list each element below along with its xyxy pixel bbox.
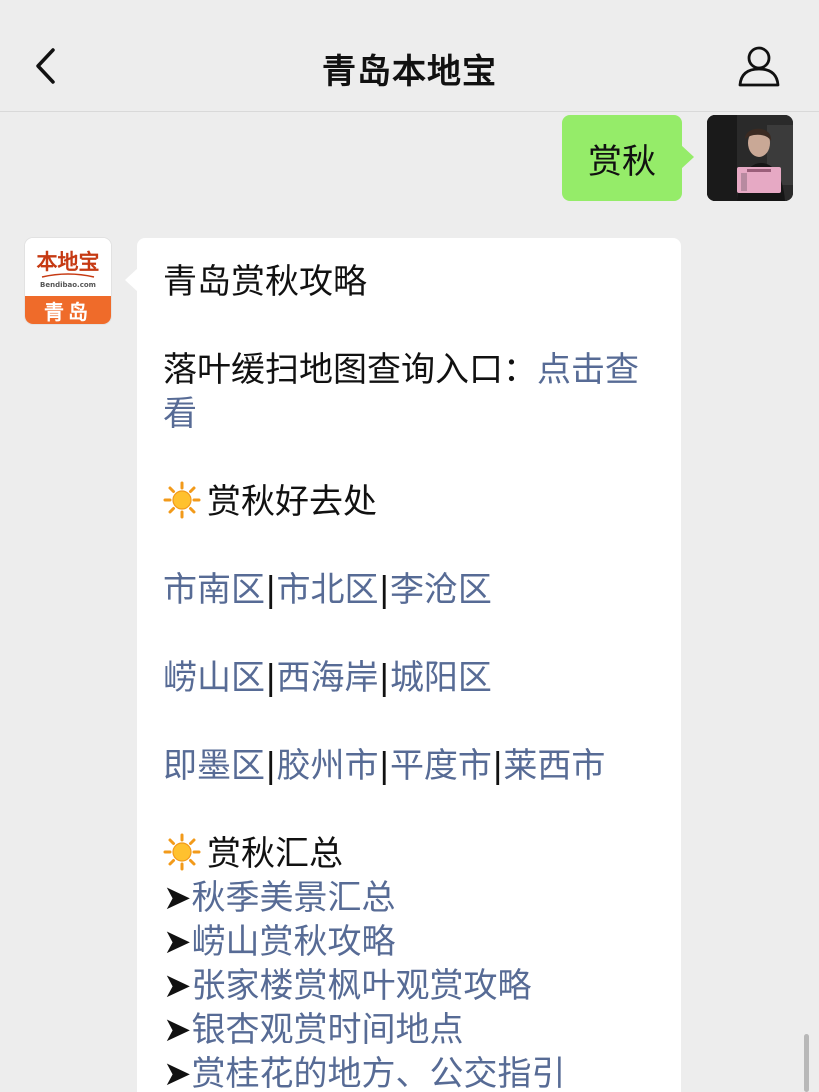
sun-icon	[163, 833, 201, 871]
district-link[interactable]: 西海岸	[276, 658, 378, 698]
message-title: 青岛赏秋攻略	[163, 262, 367, 302]
section-heading-summary: 赏秋汇总	[163, 832, 655, 876]
district-link[interactable]: 即墨区	[163, 746, 265, 786]
district-link[interactable]: 市南区	[163, 570, 265, 610]
scrollbar[interactable]	[804, 1034, 809, 1092]
incoming-message-bubble: 青岛赏秋攻略 落叶缓扫地图查询入口：点击查看 赏秋好去处 市南区|市北区|李沧区…	[125, 238, 681, 1092]
page-title: 青岛本地宝	[322, 52, 497, 92]
separator: |	[378, 570, 390, 610]
logo-city: 青岛	[25, 296, 111, 324]
section-heading-spots-text: 赏秋好去处	[207, 482, 377, 522]
separator: |	[265, 570, 277, 610]
section-heading-spots: 赏秋好去处	[163, 480, 655, 524]
brand-logo: 本地宝 Bendibao.com	[25, 238, 111, 296]
district-link[interactable]: 莱西市	[503, 746, 605, 786]
summary-link[interactable]: 银杏观赏时间地点	[192, 1010, 464, 1050]
summary-item: ➤秋季美景汇总	[163, 876, 655, 920]
district-link[interactable]: 平度市	[390, 746, 492, 786]
separator: |	[265, 746, 277, 786]
district-link[interactable]: 胶州市	[276, 746, 378, 786]
arrow-icon: ➤	[163, 922, 192, 962]
district-row: 即墨区|胶州市|平度市|莱西市	[163, 744, 655, 788]
arrow-icon: ➤	[163, 1010, 192, 1050]
arrow-icon: ➤	[163, 1054, 192, 1092]
user-photo	[707, 115, 793, 201]
section-heading-summary-text: 赏秋汇总	[207, 834, 343, 874]
outgoing-message-text: 赏秋	[588, 141, 656, 182]
district-link[interactable]: 崂山区	[163, 658, 265, 698]
district-link[interactable]: 市北区	[276, 570, 378, 610]
summary-item: ➤赏桂花的地方、公交指引	[163, 1052, 655, 1092]
arrow-icon: ➤	[163, 878, 192, 918]
separator: |	[378, 658, 390, 698]
summary-link[interactable]: 秋季美景汇总	[192, 878, 396, 918]
logo-swoosh-icon	[41, 273, 95, 278]
summary-item: ➤银杏观赏时间地点	[163, 1008, 655, 1052]
profile-button[interactable]	[735, 44, 783, 88]
summary-item: ➤崂山赏秋攻略	[163, 920, 655, 964]
person-icon	[738, 46, 780, 87]
summary-link[interactable]: 张家楼赏枫叶观赏攻略	[192, 966, 532, 1006]
summary-item: ➤张家楼赏枫叶观赏攻略	[163, 964, 655, 1008]
separator: |	[378, 746, 390, 786]
outgoing-message-row: 赏秋	[0, 115, 819, 205]
logo-subtext: Bendibao.com	[40, 281, 96, 289]
map-entry-label: 落叶缓扫地图查询入口：	[163, 350, 537, 390]
map-entry-line: 落叶缓扫地图查询入口：点击查看	[163, 348, 658, 436]
logo-text: 本地宝	[36, 249, 100, 274]
district-link[interactable]: 李沧区	[390, 570, 492, 610]
separator: |	[265, 658, 277, 698]
summary-link[interactable]: 赏桂花的地方、公交指引	[192, 1054, 566, 1092]
summary-link[interactable]: 崂山赏秋攻略	[192, 922, 396, 962]
district-row: 崂山区|西海岸|城阳区	[163, 656, 655, 700]
navigation-bar: 青岛本地宝	[0, 0, 819, 112]
arrow-icon: ➤	[163, 966, 192, 1006]
official-account-avatar[interactable]: 本地宝 Bendibao.com 青岛	[25, 238, 111, 324]
outgoing-message-bubble[interactable]: 赏秋	[562, 115, 694, 201]
user-avatar[interactable]	[707, 115, 793, 201]
district-row: 市南区|市北区|李沧区	[163, 568, 655, 612]
district-link[interactable]: 城阳区	[390, 658, 492, 698]
sun-icon	[163, 481, 201, 519]
separator: |	[491, 746, 504, 786]
